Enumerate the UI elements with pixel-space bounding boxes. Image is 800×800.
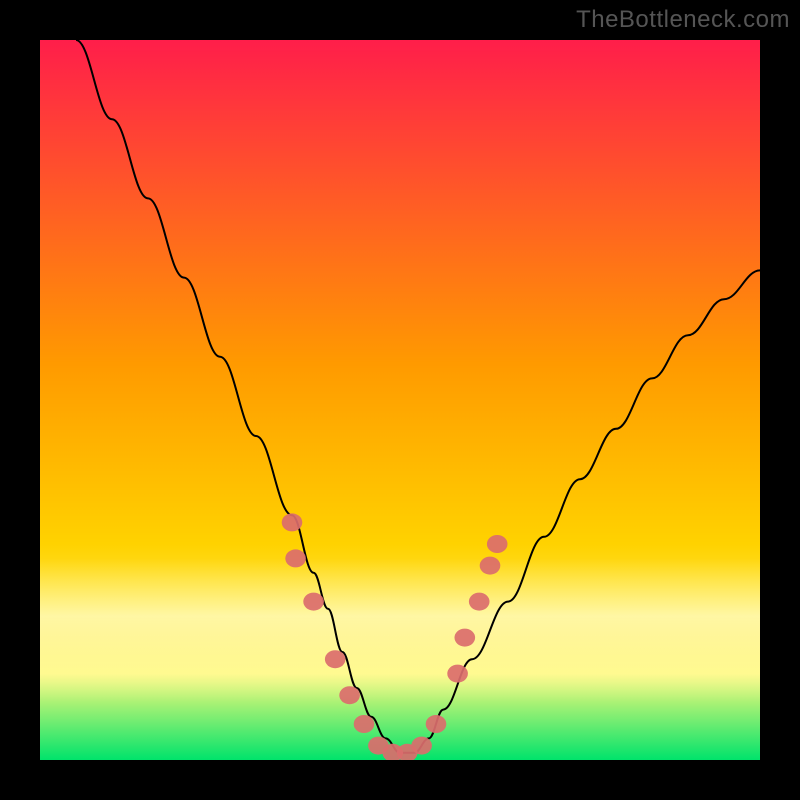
- glow-band: [40, 558, 760, 702]
- marker-dot: [480, 557, 501, 575]
- marker-dot: [354, 715, 375, 733]
- marker-dot: [282, 513, 303, 531]
- marker-dot: [411, 737, 432, 755]
- marker-dot: [325, 650, 346, 668]
- watermark-text: TheBottleneck.com: [576, 6, 790, 34]
- plot-area: [40, 40, 760, 760]
- marker-dot: [285, 549, 306, 567]
- marker-dot: [455, 629, 476, 647]
- plot-svg: [40, 40, 760, 760]
- marker-dot: [469, 593, 490, 611]
- marker-dot: [447, 665, 468, 683]
- marker-dot: [487, 535, 508, 553]
- marker-dot: [303, 593, 324, 611]
- chart-frame: TheBottleneck.com: [0, 0, 800, 800]
- marker-dot: [426, 715, 447, 733]
- marker-dot: [339, 686, 360, 704]
